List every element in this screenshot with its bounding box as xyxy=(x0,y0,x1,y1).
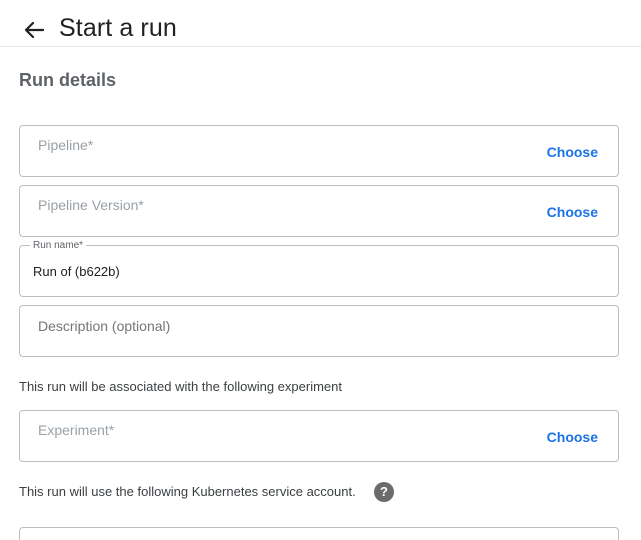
run-name-label: Run name* xyxy=(30,240,87,251)
experiment-info-text: This run will be associated with the fol… xyxy=(19,379,342,394)
description-field[interactable]: Description (optional) xyxy=(19,305,619,357)
service-account-field[interactable] xyxy=(19,527,619,540)
pipeline-placeholder: Pipeline* xyxy=(38,137,94,153)
start-run-page: Start a run Run details Pipeline* Choose… xyxy=(0,0,641,540)
description-placeholder: Description (optional) xyxy=(38,318,171,334)
pipeline-field[interactable]: Pipeline* Choose xyxy=(19,125,619,177)
page-header: Start a run xyxy=(0,0,641,47)
run-name-field[interactable]: Run name* Run of (b622b) xyxy=(19,240,619,297)
page-title: Start a run xyxy=(59,14,177,42)
service-account-info-text: This run will use the following Kubernet… xyxy=(19,484,356,499)
help-circle-icon[interactable]: ? xyxy=(374,482,394,502)
choose-experiment-button[interactable]: Choose xyxy=(547,429,598,445)
run-details-heading: Run details xyxy=(19,70,117,90)
choose-pipeline-button[interactable]: Choose xyxy=(547,144,598,160)
experiment-field[interactable]: Experiment* Choose xyxy=(19,410,619,462)
back-button[interactable] xyxy=(22,18,46,42)
pipeline-version-placeholder: Pipeline Version* xyxy=(38,197,144,213)
choose-pipeline-version-button[interactable]: Choose xyxy=(547,204,598,220)
experiment-placeholder: Experiment* xyxy=(38,422,115,438)
arrow-left-icon xyxy=(24,21,44,39)
run-name-value[interactable]: Run of (b622b) xyxy=(33,264,120,279)
pipeline-version-field[interactable]: Pipeline Version* Choose xyxy=(19,185,619,237)
